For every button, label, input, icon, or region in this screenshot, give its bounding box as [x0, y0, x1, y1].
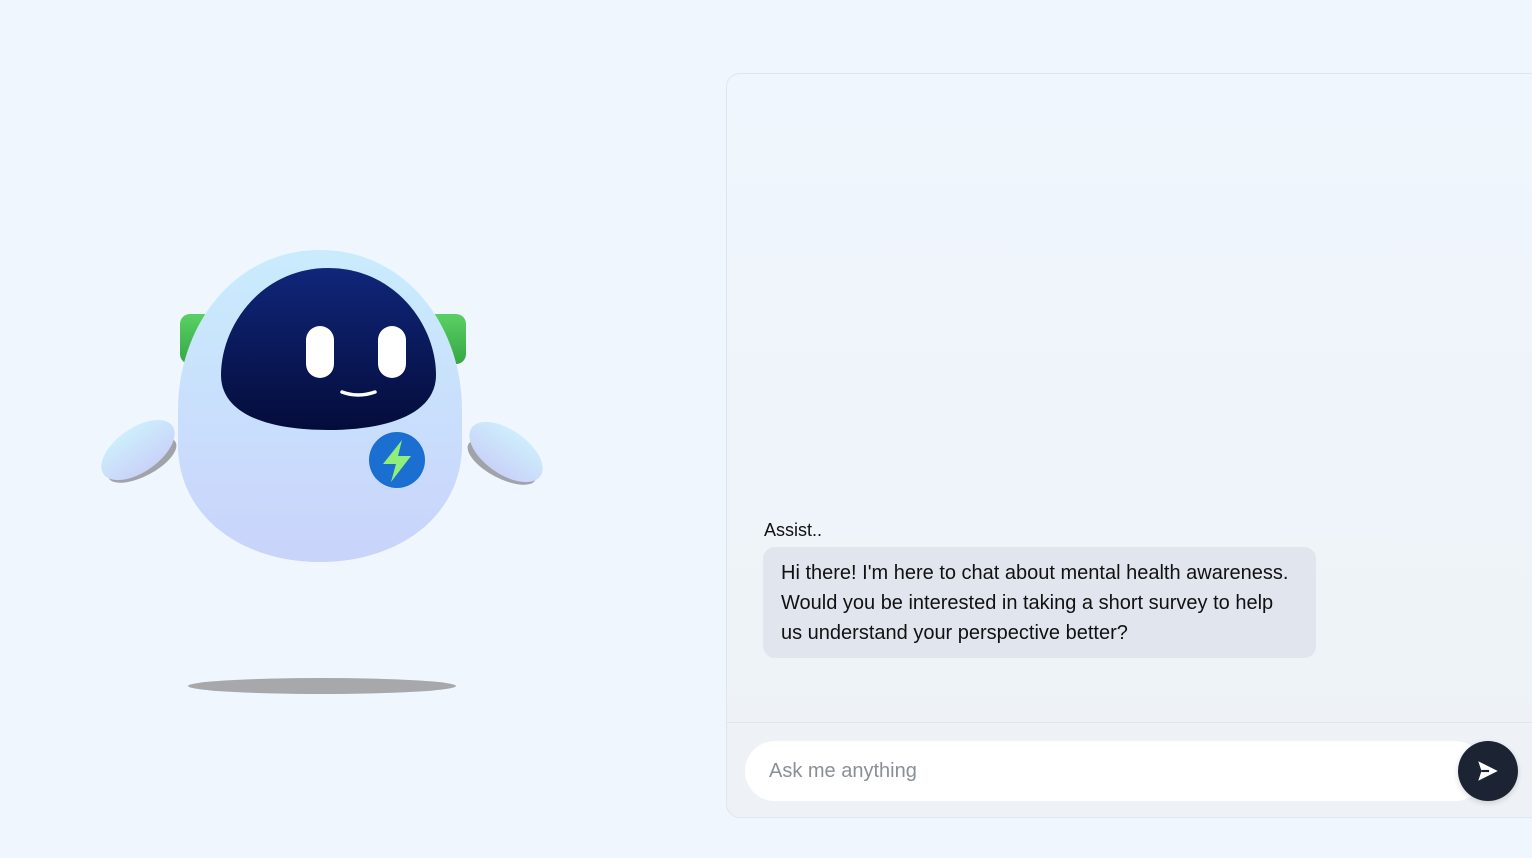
page: Assist.. Hi there! I'm here to chat abou… [0, 0, 1532, 858]
send-button[interactable] [1458, 741, 1518, 801]
lightning-bolt-icon [369, 432, 425, 488]
chat-input-wrapper [745, 741, 1485, 801]
assistant-message: Assist.. Hi there! I'm here to chat abou… [763, 520, 1316, 658]
message-sender: Assist.. [764, 520, 823, 540]
left-arm [101, 419, 177, 483]
right-eye [378, 326, 406, 378]
chat-panel: Assist.. Hi there! I'm here to chat abou… [726, 73, 1532, 818]
chat-input[interactable] [745, 741, 1449, 801]
message-bubble: Hi there! I'm here to chat about mental … [763, 547, 1316, 658]
left-eye [306, 326, 334, 378]
robot-mascot [80, 230, 570, 710]
message-list: Assist.. Hi there! I'm here to chat abou… [727, 74, 1532, 722]
floor-shadow [188, 678, 456, 694]
robot-mascot-icon [101, 250, 543, 694]
right-arm [467, 421, 543, 485]
composer [727, 722, 1532, 817]
send-arrow-icon [1478, 761, 1498, 781]
